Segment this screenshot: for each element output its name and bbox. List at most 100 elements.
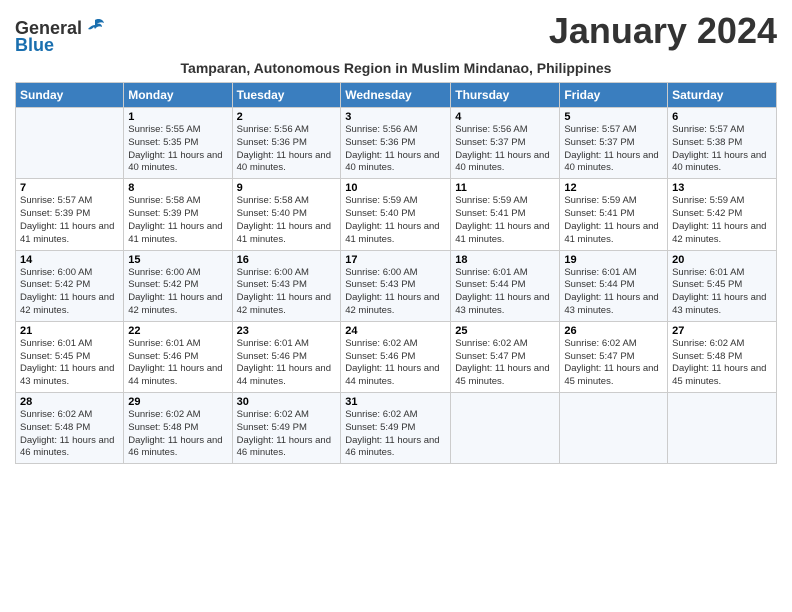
sunrise-text: Sunrise: 5:57 AM <box>672 124 744 135</box>
sunrise-text: Sunrise: 6:01 AM <box>455 267 527 278</box>
calendar-cell: 23Sunrise: 6:01 AMSunset: 5:46 PMDayligh… <box>232 321 341 392</box>
sunset-text: Sunset: 5:37 PM <box>564 137 634 148</box>
sunset-text: Sunset: 5:42 PM <box>128 279 198 290</box>
day-number: 19 <box>564 254 663 266</box>
sunrise-text: Sunrise: 6:02 AM <box>672 338 744 349</box>
daylight-text: Daylight: 11 hours and 42 minutes. <box>237 292 331 316</box>
day-number: 20 <box>672 254 772 266</box>
sunrise-text: Sunrise: 5:56 AM <box>237 124 309 135</box>
week-row-4: 21Sunrise: 6:01 AMSunset: 5:45 PMDayligh… <box>16 321 777 392</box>
day-info: Sunrise: 6:00 AMSunset: 5:42 PMDaylight:… <box>20 267 119 318</box>
calendar-cell: 3Sunrise: 5:56 AMSunset: 5:36 PMDaylight… <box>341 108 451 179</box>
day-info: Sunrise: 6:02 AMSunset: 5:49 PMDaylight:… <box>237 409 337 460</box>
calendar-cell: 24Sunrise: 6:02 AMSunset: 5:46 PMDayligh… <box>341 321 451 392</box>
calendar-cell: 27Sunrise: 6:02 AMSunset: 5:48 PMDayligh… <box>668 321 777 392</box>
daylight-text: Daylight: 11 hours and 44 minutes. <box>345 363 439 387</box>
day-info: Sunrise: 6:01 AMSunset: 5:46 PMDaylight:… <box>128 338 227 389</box>
daylight-text: Daylight: 11 hours and 44 minutes. <box>237 363 331 387</box>
sunset-text: Sunset: 5:49 PM <box>237 422 307 433</box>
day-info: Sunrise: 5:55 AM Sunset: 5:35 PM Daylight:… <box>128 124 227 175</box>
daylight-text: Daylight: 11 hours and 42 minutes. <box>128 292 222 316</box>
day-number: 26 <box>564 325 663 337</box>
sunrise-text: Sunrise: 6:01 AM <box>564 267 636 278</box>
sunset-text: Sunset: 5:46 PM <box>128 351 198 362</box>
daylight-text: Daylight: 11 hours and 40 minutes. <box>672 150 766 174</box>
sunrise-text: Sunrise: 5:56 AM <box>455 124 527 135</box>
daylight-text: Daylight: 11 hours and 43 minutes. <box>672 292 766 316</box>
daylight-text: Daylight: 11 hours and 40 minutes. <box>345 150 439 174</box>
day-number: 5 <box>564 111 663 123</box>
day-number: 11 <box>455 182 555 194</box>
day-info: Sunrise: 5:57 AMSunset: 5:38 PMDaylight:… <box>672 124 772 175</box>
daylight-text: Daylight: 11 hours and 41 minutes. <box>564 221 658 245</box>
calendar-cell: 9Sunrise: 5:58 AMSunset: 5:40 PMDaylight… <box>232 179 341 250</box>
daylight-text: Daylight: 11 hours and 40 minutes. <box>128 150 222 174</box>
daylight-text: Daylight: 11 hours and 44 minutes. <box>128 363 222 387</box>
day-info: Sunrise: 6:02 AMSunset: 5:47 PMDaylight:… <box>564 338 663 389</box>
sunset-text: Sunset: 5:41 PM <box>455 208 525 219</box>
daylight-text: Daylight: 11 hours and 43 minutes. <box>455 292 549 316</box>
sunset-text: Sunset: 5:44 PM <box>455 279 525 290</box>
day-info: Sunrise: 5:58 AMSunset: 5:40 PMDaylight:… <box>237 195 337 246</box>
daylight-text: Daylight: 11 hours and 41 minutes. <box>345 221 439 245</box>
week-row-2: 7Sunrise: 5:57 AMSunset: 5:39 PMDaylight… <box>16 179 777 250</box>
sunset-text: Sunset: 5:45 PM <box>20 351 90 362</box>
calendar-cell: 7Sunrise: 5:57 AMSunset: 5:39 PMDaylight… <box>16 179 124 250</box>
calendar-cell <box>668 393 777 464</box>
day-info: Sunrise: 6:00 AMSunset: 5:43 PMDaylight:… <box>237 267 337 318</box>
sunrise-text: Sunrise: 6:01 AM <box>672 267 744 278</box>
sunset-text: Sunset: 5:35 PM <box>128 137 198 148</box>
day-info: Sunrise: 5:56 AMSunset: 5:37 PMDaylight:… <box>455 124 555 175</box>
sunrise-text: Sunrise: 5:58 AM <box>237 195 309 206</box>
day-number: 25 <box>455 325 555 337</box>
sunrise-text: Sunrise: 5:58 AM <box>128 195 200 206</box>
day-number: 7 <box>20 182 119 194</box>
calendar-cell: 18Sunrise: 6:01 AMSunset: 5:44 PMDayligh… <box>451 250 560 321</box>
day-number: 23 <box>237 325 337 337</box>
day-info: Sunrise: 6:02 AMSunset: 5:46 PMDaylight:… <box>345 338 446 389</box>
sunrise-text: Sunrise: 5:55 AM <box>128 124 200 135</box>
header: General Blue January 2024 <box>15 10 777 56</box>
calendar-cell: 22Sunrise: 6:01 AMSunset: 5:46 PMDayligh… <box>124 321 232 392</box>
sunrise-text: Sunrise: 6:02 AM <box>345 409 417 420</box>
sunrise-text: Sunrise: 6:02 AM <box>20 409 92 420</box>
sunset-text: Sunset: 5:48 PM <box>20 422 90 433</box>
calendar-cell: 30Sunrise: 6:02 AMSunset: 5:49 PMDayligh… <box>232 393 341 464</box>
daylight-text: Daylight: 11 hours and 43 minutes. <box>20 363 114 387</box>
day-number: 6 <box>672 111 772 123</box>
day-info: Sunrise: 6:01 AMSunset: 5:44 PM Daylight:… <box>455 267 555 318</box>
sunrise-text: Sunrise: 6:02 AM <box>455 338 527 349</box>
day-info: Sunrise: 5:56 AMSunset: 5:36 PMDaylight:… <box>345 124 446 175</box>
sunset-text: Sunset: 5:47 PM <box>455 351 525 362</box>
calendar-cell <box>16 108 124 179</box>
sunrise-text: Sunrise: 6:02 AM <box>237 409 309 420</box>
day-info: Sunrise: 5:59 AMSunset: 5:42 PMDaylight:… <box>672 195 772 246</box>
calendar-cell: 25Sunrise: 6:02 AMSunset: 5:47 PMDayligh… <box>451 321 560 392</box>
day-number: 30 <box>237 396 337 408</box>
sunset-text: Sunset: 5:48 PM <box>672 351 742 362</box>
daylight-text: Daylight: 11 hours and 45 minutes. <box>672 363 766 387</box>
sunrise-text: Sunrise: 6:02 AM <box>128 409 200 420</box>
day-info: Sunrise: 6:01 AMSunset: 5:45 PMDaylight:… <box>20 338 119 389</box>
sunset-text: Sunset: 5:41 PM <box>564 208 634 219</box>
sunset-text: Sunset: 5:40 PM <box>345 208 415 219</box>
calendar-cell: 2Sunrise: 5:56 AMSunset: 5:36 PMDaylight… <box>232 108 341 179</box>
day-number: 8 <box>128 182 227 194</box>
day-number: 31 <box>345 396 446 408</box>
calendar-cell: 14Sunrise: 6:00 AMSunset: 5:42 PMDayligh… <box>16 250 124 321</box>
day-number: 17 <box>345 254 446 266</box>
day-info: Sunrise: 5:59 AMSunset: 5:40 PMDaylight:… <box>345 195 446 246</box>
daylight-text: Daylight: 11 hours and 41 minutes. <box>20 221 114 245</box>
day-number: 2 <box>237 111 337 123</box>
sunrise-text: Sunrise: 5:59 AM <box>672 195 744 206</box>
daylight-text: Daylight: 11 hours and 41 minutes. <box>128 221 222 245</box>
header-day-monday: Monday <box>124 83 232 108</box>
calendar-cell: 6Sunrise: 5:57 AMSunset: 5:38 PMDaylight… <box>668 108 777 179</box>
day-info: Sunrise: 6:01 AMSunset: 5:44 PMDaylight:… <box>564 267 663 318</box>
calendar-cell: 10Sunrise: 5:59 AMSunset: 5:40 PMDayligh… <box>341 179 451 250</box>
calendar-cell: 17Sunrise: 6:00 AMSunset: 5:43 PMDayligh… <box>341 250 451 321</box>
day-info: Sunrise: 5:59 AMSunset: 5:41 PMDaylight:… <box>564 195 663 246</box>
calendar-cell: 31Sunrise: 6:02 AMSunset: 5:49 PMDayligh… <box>341 393 451 464</box>
day-number: 4 <box>455 111 555 123</box>
header-day-saturday: Saturday <box>668 83 777 108</box>
